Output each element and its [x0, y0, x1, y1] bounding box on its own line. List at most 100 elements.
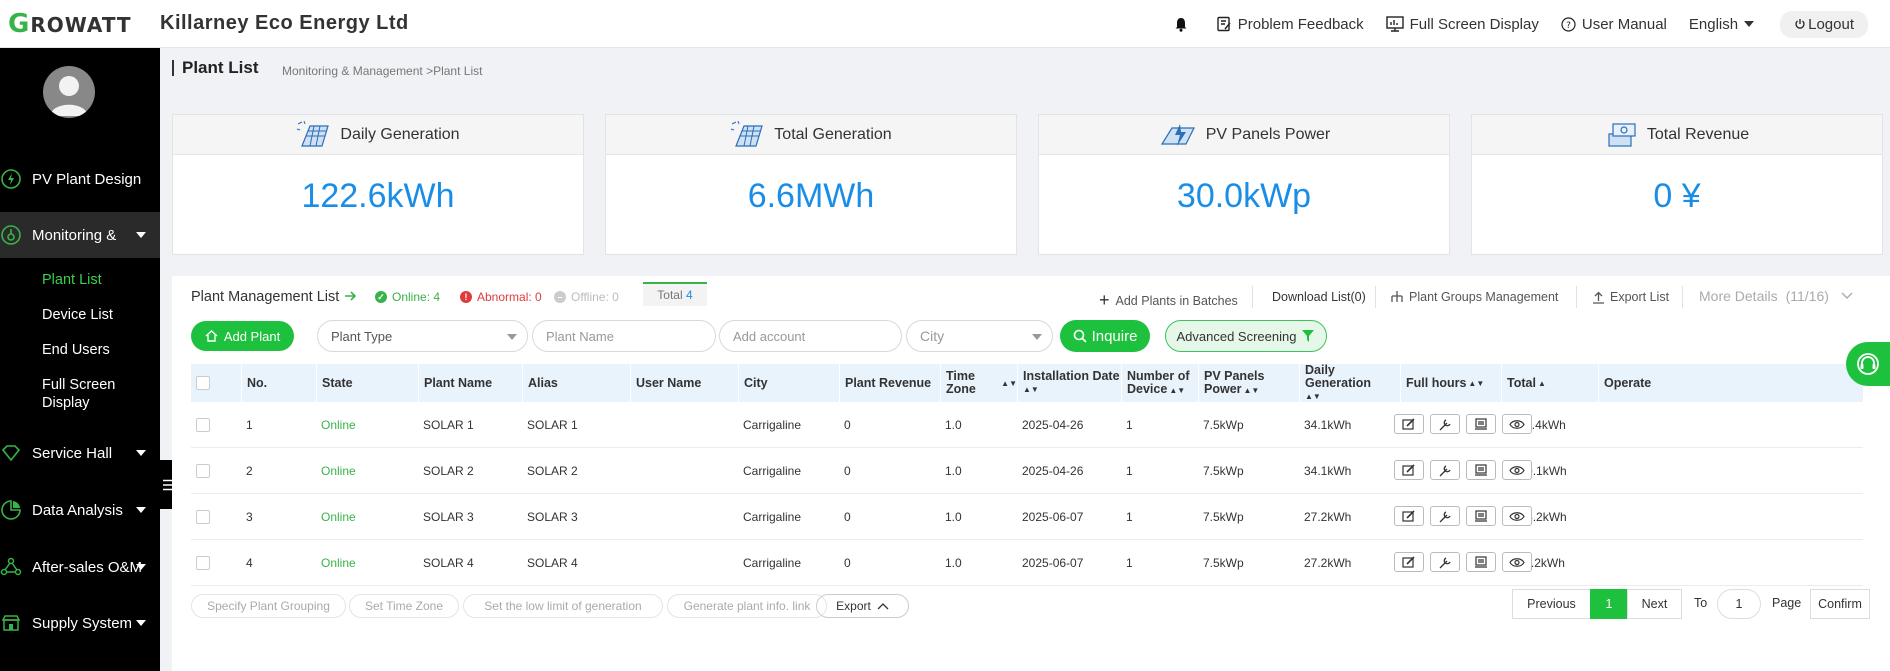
sort-icon: ▲▼ [1305, 391, 1321, 401]
total-generation-value: 6.6MWh [747, 177, 875, 215]
plant-groups-management-button[interactable]: Plant Groups Management [1390, 290, 1558, 304]
row-select-cell [191, 540, 241, 586]
cell-name[interactable]: SOLAR 3 [418, 494, 522, 540]
generate-plant-link-button[interactable]: Generate plant info. link [667, 594, 827, 618]
cell-name[interactable]: SOLAR 1 [418, 402, 522, 448]
view-plant-button[interactable] [1502, 414, 1532, 434]
plant-devices-button[interactable] [1466, 460, 1496, 480]
plant-devices-button[interactable] [1466, 414, 1496, 434]
abnormal-count[interactable]: ! Abnormal: 0 [460, 290, 542, 304]
col-time-zone[interactable]: Time Zone ▲▼ [940, 364, 1017, 402]
cell-name[interactable]: SOLAR 2 [418, 448, 522, 494]
add-plants-batches-button[interactable]: + Add Plants in Batches [1099, 290, 1238, 311]
view-plant-button[interactable] [1502, 506, 1532, 526]
export-list-button[interactable]: Export List [1592, 290, 1669, 304]
maintain-plant-button[interactable] [1430, 552, 1460, 572]
problem-feedback-button[interactable]: Problem Feedback [1216, 16, 1364, 33]
plant-type-select[interactable]: Plant Type [317, 320, 528, 352]
sidebar-subitem-end-users[interactable]: End Users [42, 342, 110, 358]
sidebar-item-monitoring[interactable]: Monitoring & [0, 212, 160, 258]
col-daily-generation[interactable]: Daily Generation ▲▼ [1299, 363, 1400, 402]
next-page-button[interactable]: Next [1627, 589, 1682, 619]
maintain-plant-button[interactable] [1430, 460, 1460, 480]
growatt-logo[interactable]: GROWATT [0, 9, 160, 39]
edit-plant-button[interactable] [1394, 414, 1424, 434]
previous-page-button[interactable]: Previous [1512, 589, 1591, 619]
confirm-page-button[interactable]: Confirm [1810, 589, 1870, 619]
full-screen-display-button[interactable]: Full Screen Display [1385, 16, 1539, 33]
online-count[interactable]: ✓ Online: 4 [375, 290, 440, 304]
edit-plant-button[interactable] [1394, 460, 1424, 480]
solar-panel-icon [297, 120, 330, 147]
inquire-button[interactable]: Inquire [1060, 320, 1150, 352]
divider [1375, 286, 1376, 308]
page-number-input[interactable]: 1 [1717, 589, 1761, 619]
row-checkbox[interactable] [196, 556, 210, 570]
main-content: Plant List Monitoring & Management >Plan… [160, 48, 1890, 671]
language-select[interactable]: English [1689, 16, 1755, 33]
set-low-limit-button[interactable]: Set the low limit of generation [463, 594, 663, 618]
table-row[interactable]: 3 Online SOLAR 3 SOLAR 3 Carrigaline 0 1.0 2025… [191, 494, 1863, 540]
plant-devices-button[interactable] [1466, 506, 1496, 526]
view-plant-button[interactable] [1502, 460, 1532, 480]
cell-alias: SOLAR 2 [527, 464, 578, 478]
offline-count[interactable]: – Offline: 0 [554, 290, 619, 304]
power-icon [1795, 19, 1805, 29]
sidebar-subitem-full-screen-display[interactable]: Full Screen Display [42, 377, 115, 411]
sidebar-item-after-sales[interactable]: After-sales O&M [0, 544, 160, 590]
page-1-button[interactable]: 1 [1590, 589, 1628, 619]
user-manual-button[interactable]: ? User Manual [1561, 16, 1667, 33]
monitoring-icon [1, 225, 21, 245]
table-row[interactable]: 2 Online SOLAR 2 SOLAR 2 Carrigaline 0 1.0 2025… [191, 448, 1863, 494]
sidebar-item-supply-system[interactable]: Supply System [0, 600, 160, 646]
cell-alias: SOLAR 4 [527, 556, 578, 570]
company-name: Killarney Eco Energy Ltd [160, 12, 409, 34]
edit-plant-button[interactable] [1394, 506, 1424, 526]
col-full-hours[interactable]: Full hours ▲▼ [1400, 364, 1501, 402]
account-input[interactable]: Add account [719, 320, 902, 352]
cell-tz: 1.0 [945, 556, 962, 570]
col-pv-panels-power[interactable]: PV Panels Power ▲▼ [1198, 364, 1299, 402]
sidebar-item-data-analysis[interactable]: Data Analysis [0, 487, 160, 533]
sidebar-item-service-hall[interactable]: Service Hall [0, 430, 160, 476]
table-row[interactable]: 4 Online SOLAR 4 SOLAR 4 Carrigaline 0 1.0 2025… [191, 540, 1863, 586]
col-number-of-device[interactable]: Number of Device ▲▼ [1121, 364, 1198, 402]
customer-service-button[interactable] [1846, 342, 1890, 386]
sidebar-subitem-plant-list[interactable]: Plant List [42, 272, 102, 288]
maintain-plant-button[interactable] [1430, 506, 1460, 526]
city-select[interactable]: City [906, 320, 1053, 352]
shop-icon [1, 615, 21, 631]
plant-name-input[interactable]: Plant Name [532, 320, 716, 352]
more-details-toggle[interactable]: More Details (11/16) [1699, 288, 1853, 304]
row-checkbox[interactable] [196, 510, 210, 524]
advanced-screening-button[interactable]: Advanced Screening [1165, 320, 1327, 352]
add-plant-button[interactable]: Add Plant [191, 321, 294, 351]
col-city: City [738, 364, 839, 402]
sidebar-subitem-device-list[interactable]: Device List [42, 307, 113, 323]
daily-generation-value: 122.6kWh [301, 177, 455, 215]
total-tab[interactable]: Total 4 [643, 282, 707, 306]
plant-devices-button[interactable] [1466, 552, 1496, 572]
row-checkbox[interactable] [196, 464, 210, 478]
table-row[interactable]: 1 Online SOLAR 1 SOLAR 1 Carrigaline 0 1.0 2025… [191, 402, 1863, 448]
cell-city: Carrigaline [743, 556, 802, 570]
notification-bell[interactable] [1174, 17, 1194, 32]
cell-revenue: 0 [844, 556, 851, 570]
avatar[interactable] [43, 66, 95, 118]
sidebar-item-pv-plant-design[interactable]: PV Plant Design [0, 156, 160, 202]
maintain-plant-button[interactable] [1430, 414, 1460, 434]
export-button[interactable]: Export [816, 594, 909, 618]
cell-name[interactable]: SOLAR 4 [418, 540, 522, 586]
download-list-button[interactable]: Download List(0) [1272, 290, 1366, 304]
col-total[interactable]: Total ▲ [1501, 364, 1598, 402]
view-plant-button[interactable] [1502, 552, 1532, 572]
row-checkbox[interactable] [196, 418, 210, 432]
edit-plant-button[interactable] [1394, 552, 1424, 572]
col-installation-date[interactable]: Installation Date ▲▼ [1017, 364, 1121, 402]
cell-user [630, 494, 738, 540]
set-time-zone-button[interactable]: Set Time Zone [349, 594, 459, 618]
select-all-checkbox[interactable] [196, 376, 210, 390]
top-bar: GROWATT Killarney Eco Energy Ltd Problem… [0, 0, 1890, 48]
specify-plant-grouping-button[interactable]: Specify Plant Grouping [191, 594, 346, 618]
logout-button[interactable]: Logout [1780, 10, 1868, 38]
